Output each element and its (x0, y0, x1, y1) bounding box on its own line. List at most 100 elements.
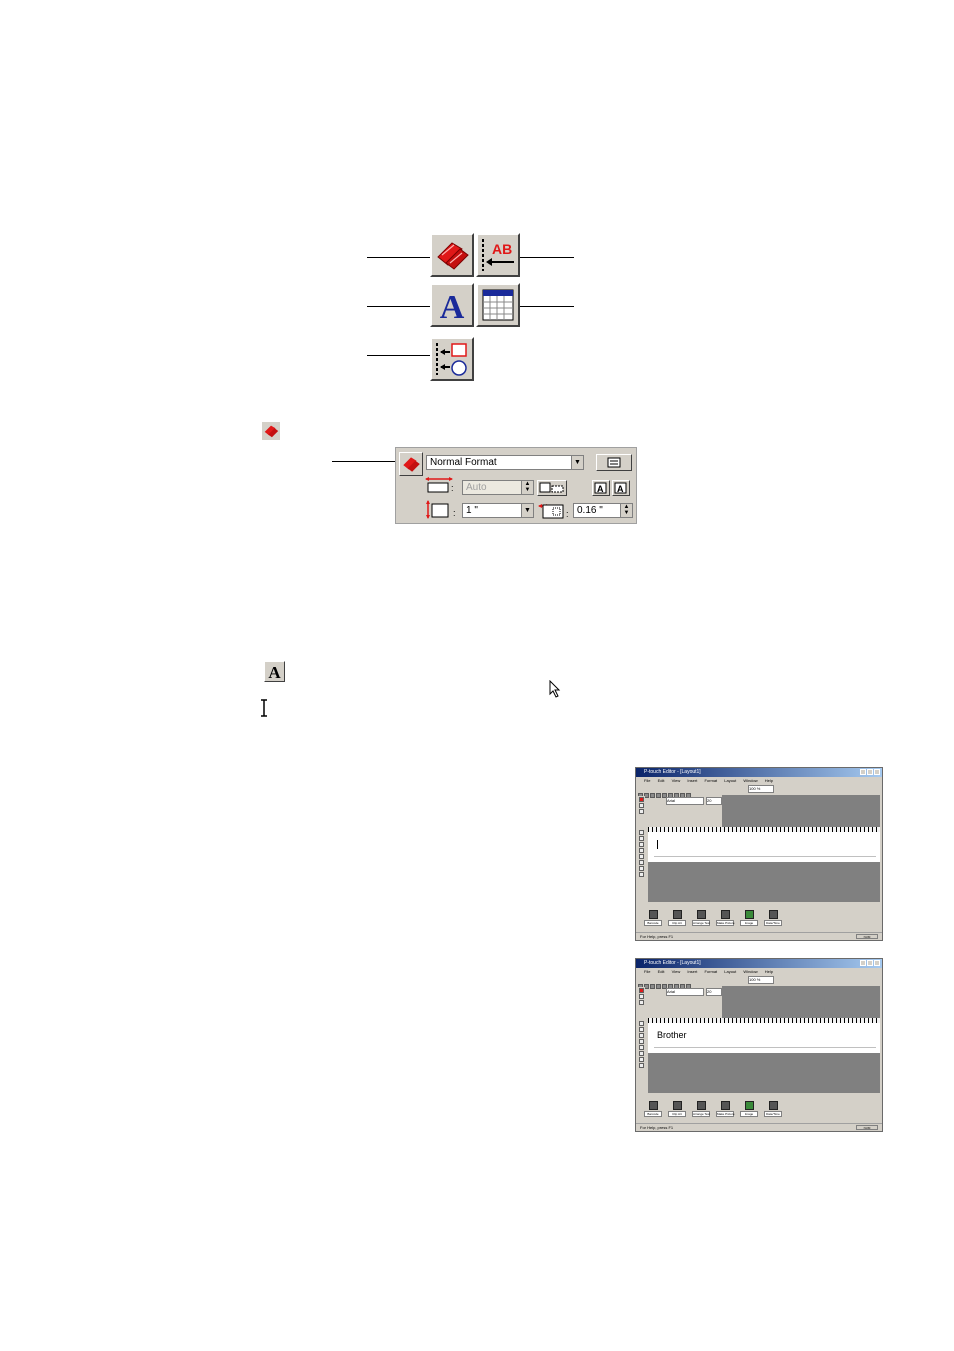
menu-layout[interactable]: Layout (724, 969, 736, 974)
maximize-button[interactable] (867, 769, 873, 775)
save-icon[interactable] (650, 793, 655, 798)
barcode-icon (648, 1101, 658, 1110)
arc-icon[interactable] (639, 866, 644, 871)
arrange-text-icon (696, 1101, 706, 1110)
format-select[interactable]: Normal Format ▼ (426, 455, 584, 470)
vertical-orientation-button[interactable]: A (612, 480, 630, 496)
chevron-down-icon[interactable]: ▼ (571, 456, 583, 469)
barcode-button[interactable]: Barcode (644, 1101, 662, 1121)
arrow-icon[interactable] (639, 1021, 644, 1026)
polygon-icon[interactable] (639, 872, 644, 877)
text-tool-icon[interactable] (639, 836, 644, 841)
minimize-button[interactable] (860, 769, 866, 775)
date-time-button[interactable]: Date/Time (764, 1101, 782, 1121)
menu-layout[interactable]: Layout (724, 778, 736, 783)
layout-property-icon[interactable] (639, 809, 644, 814)
menu-file[interactable]: File (644, 969, 650, 974)
menu-format[interactable]: Format (704, 778, 717, 783)
arrange-text-button[interactable]: Arrange Text (692, 910, 710, 930)
text-property-icon[interactable] (639, 803, 644, 808)
margin-field[interactable]: 0.16 " ▲ ▼ (573, 503, 633, 518)
arrow-icon[interactable] (639, 830, 644, 835)
arrange-icon: AB (482, 239, 514, 271)
arc-icon[interactable] (639, 1057, 644, 1062)
rounded-rectangle-icon[interactable] (639, 1045, 644, 1050)
zoom-select[interactable]: 100 % (748, 976, 774, 984)
auto-length-button[interactable] (537, 480, 567, 496)
svg-text:A: A (597, 484, 604, 494)
size-select[interactable]: 20 (706, 797, 722, 805)
spin-arrows-icon[interactable]: ▲ ▼ (521, 481, 533, 494)
menu-insert[interactable]: Insert (687, 969, 697, 974)
text-property-button[interactable]: A (430, 283, 474, 327)
size-select[interactable]: 20 (706, 988, 722, 996)
format-select-value: Normal Format (430, 457, 497, 468)
command-bar: Barcode Clip Art Arrange Text Make Pictu… (644, 1101, 852, 1121)
layout-canvas[interactable]: Brother (648, 1023, 880, 1053)
margin-icon: : (538, 504, 569, 519)
tape-property-button[interactable] (430, 233, 474, 277)
text-tool-icon[interactable] (639, 1027, 644, 1032)
spin-arrows-icon[interactable]: ▲ ▼ (620, 504, 632, 517)
menu-edit[interactable]: Edit (658, 778, 665, 783)
ellipse-icon[interactable] (639, 1051, 644, 1056)
rectangle-icon[interactable] (639, 848, 644, 853)
menu-edit[interactable]: Edit (658, 969, 665, 974)
barcode-button[interactable]: Barcode (644, 910, 662, 930)
horizontal-orientation-button[interactable]: A (592, 480, 610, 496)
menu-insert[interactable]: Insert (687, 778, 697, 783)
label-area[interactable] (654, 836, 876, 857)
minimize-button[interactable] (860, 960, 866, 966)
maximize-button[interactable] (867, 960, 873, 966)
menu-help[interactable]: Help (765, 969, 773, 974)
label-area[interactable]: Brother (654, 1027, 876, 1048)
tape-property-button[interactable] (399, 452, 423, 476)
line-icon[interactable] (639, 1033, 644, 1038)
property-palette-mini (638, 796, 645, 826)
clip-art-button[interactable]: Clip Art (668, 1101, 686, 1121)
table-property-button[interactable] (476, 283, 520, 327)
margin-field-value: 0.16 " (577, 505, 603, 516)
layout-canvas[interactable] (648, 832, 880, 862)
menu-format[interactable]: Format (704, 969, 717, 974)
font-select[interactable]: Arial (666, 797, 704, 805)
arrange-text-button[interactable]: AB (476, 233, 520, 277)
date-time-button[interactable]: Date/Time (764, 910, 782, 930)
make-picture-button[interactable]: Make Picture (716, 910, 735, 930)
menu-window[interactable]: Window (743, 969, 757, 974)
close-button[interactable] (874, 960, 880, 966)
close-button[interactable] (874, 769, 880, 775)
polygon-icon[interactable] (639, 1063, 644, 1068)
menu-file[interactable]: File (644, 778, 650, 783)
line-icon[interactable] (639, 842, 644, 847)
ellipse-icon[interactable] (639, 860, 644, 865)
table-property-icon (482, 289, 514, 321)
title-bar: P-touch Editor - [Layout1] (636, 959, 882, 968)
layout-property-icon[interactable] (639, 1000, 644, 1005)
menu-window[interactable]: Window (743, 778, 757, 783)
text-property-icon[interactable] (639, 994, 644, 999)
font-select[interactable]: Arial (666, 988, 704, 996)
menu-view[interactable]: View (672, 969, 681, 974)
i-beam-cursor-icon (261, 699, 267, 717)
length-field[interactable]: Auto ▲ ▼ (462, 480, 534, 495)
text-tool-button[interactable]: A (264, 661, 285, 682)
tape-property-icon[interactable] (639, 988, 644, 993)
zoom-select[interactable]: 100 % (748, 785, 774, 793)
tape-property-icon[interactable] (639, 797, 644, 802)
horizontal-text-icon: A (594, 482, 607, 494)
rectangle-icon[interactable] (639, 1039, 644, 1044)
menu-help[interactable]: Help (765, 778, 773, 783)
layout-property-button[interactable] (430, 337, 474, 381)
make-picture-button[interactable]: Make Picture (716, 1101, 735, 1121)
menu-view[interactable]: View (672, 778, 681, 783)
chevron-down-icon[interactable]: ▼ (521, 504, 533, 517)
arrange-text-button[interactable]: Arrange Text (692, 1101, 710, 1121)
print-button[interactable] (596, 454, 632, 471)
tape-width-select[interactable]: 1 " ▼ (462, 503, 534, 518)
image-button[interactable]: Image (740, 910, 758, 930)
clip-art-button[interactable]: Clip Art (668, 910, 686, 930)
image-button[interactable]: Image (740, 1101, 758, 1121)
save-icon[interactable] (650, 984, 655, 989)
rounded-rectangle-icon[interactable] (639, 854, 644, 859)
